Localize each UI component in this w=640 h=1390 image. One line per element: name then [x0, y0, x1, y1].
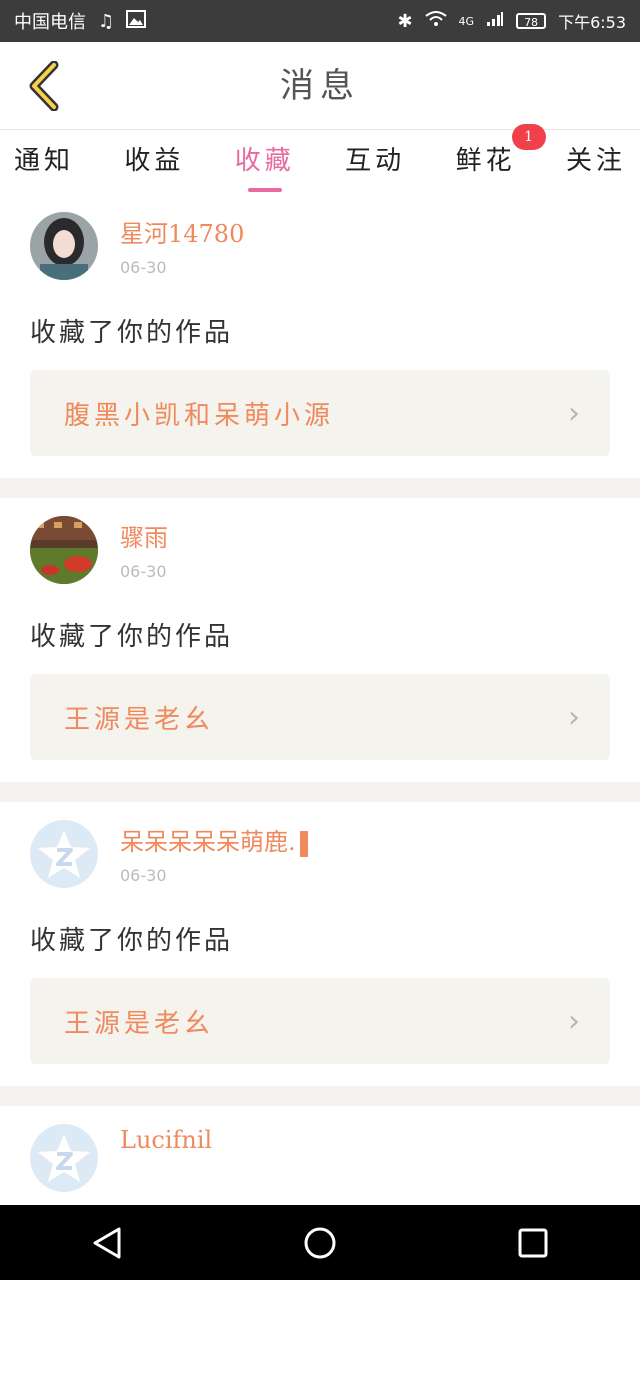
work-link[interactable]: 王源是老幺 ›	[30, 674, 610, 760]
message-card: 呆呆呆呆呆萌鹿. 06-30 收藏了你的作品 王源是老幺 ›	[0, 802, 640, 1086]
tab-notifications[interactable]: 通知	[14, 130, 74, 194]
default-star-avatar-icon[interactable]	[30, 820, 98, 888]
work-title: 王源是老幺	[64, 704, 215, 735]
music-icon: ♫	[98, 10, 115, 32]
back-nav-button[interactable]	[77, 1213, 137, 1273]
image-icon	[126, 9, 147, 33]
circle-home-icon	[304, 1227, 336, 1258]
unread-badge: 1	[511, 124, 546, 150]
tab-following[interactable]: 关注	[566, 130, 626, 194]
tab-label: 收藏	[234, 146, 295, 176]
username-text: 呆呆呆呆呆萌鹿.	[120, 828, 296, 856]
avatar[interactable]	[30, 516, 98, 584]
tab-bar: 通知 收益 收藏 互动 鲜花 1 关注	[0, 124, 640, 194]
divider	[0, 1086, 640, 1106]
time-label: 下午6:53	[558, 13, 626, 32]
username[interactable]: 呆呆呆呆呆萌鹿.	[120, 822, 308, 857]
divider	[0, 478, 640, 498]
network-label: 4G	[458, 14, 475, 28]
username[interactable]: 星河14780	[120, 214, 244, 249]
message-card: 骤雨 06-30 收藏了你的作品 王源是老幺 ›	[0, 498, 640, 782]
square-recents-icon	[518, 1228, 548, 1257]
tab-interactions[interactable]: 互动	[345, 130, 405, 194]
tab-label: 收益	[124, 146, 185, 176]
bluetooth-icon: ✱	[397, 10, 413, 32]
tab-favorites[interactable]: 收藏	[235, 130, 295, 194]
chevron-right-icon: ›	[568, 395, 580, 431]
page-title: 消息	[280, 66, 360, 106]
action-text: 收藏了你的作品	[30, 926, 234, 956]
date: 06-30	[120, 562, 167, 581]
status-left: 中国电信 ♫	[14, 8, 147, 34]
date: 06-30	[120, 258, 167, 277]
tab-flowers[interactable]: 鲜花 1	[455, 124, 546, 194]
default-star-avatar-icon[interactable]	[30, 1124, 98, 1192]
text-cursor	[299, 830, 308, 857]
system-navigation-bar	[0, 1205, 640, 1280]
work-link[interactable]: 王源是老幺 ›	[30, 978, 610, 1064]
divider	[0, 782, 640, 802]
work-title: 王源是老幺	[64, 1008, 215, 1039]
wifi-icon	[424, 10, 447, 32]
header: 消息	[0, 42, 640, 130]
work-title: 腹黑小凯和呆萌小源	[64, 400, 335, 431]
chevron-right-icon: ›	[568, 1003, 580, 1039]
action-text: 收藏了你的作品	[30, 622, 234, 652]
chevron-right-icon: ›	[568, 699, 580, 735]
triangle-back-icon	[93, 1227, 121, 1258]
recents-nav-button[interactable]	[503, 1213, 563, 1273]
username[interactable]: 骤雨	[120, 518, 168, 553]
username[interactable]: Lucifnil	[120, 1126, 212, 1154]
status-right: ✱ 4G 78 下午6:53	[397, 9, 626, 33]
home-nav-button[interactable]	[290, 1213, 350, 1273]
carrier-label: 中国电信	[14, 12, 86, 33]
tab-earnings[interactable]: 收益	[124, 130, 184, 194]
action-text: 收藏了你的作品	[30, 318, 234, 348]
battery-icon: 78	[516, 13, 547, 29]
tab-label: 鲜花	[455, 146, 516, 176]
date: 06-30	[120, 866, 167, 885]
tab-label: 通知	[14, 146, 75, 176]
avatar[interactable]	[30, 212, 98, 280]
message-card: 星河14780 06-30 收藏了你的作品 腹黑小凯和呆萌小源 ›	[0, 194, 640, 478]
chevron-left-icon	[29, 61, 59, 111]
status-bar: 中国电信 ♫ ✱ 4G 78 下午6:53	[0, 0, 640, 42]
tab-label: 关注	[565, 146, 626, 176]
tab-label: 互动	[345, 146, 406, 176]
back-button[interactable]	[18, 56, 68, 116]
signal-icon	[486, 11, 504, 32]
work-link[interactable]: 腹黑小凯和呆萌小源 ›	[30, 370, 610, 456]
